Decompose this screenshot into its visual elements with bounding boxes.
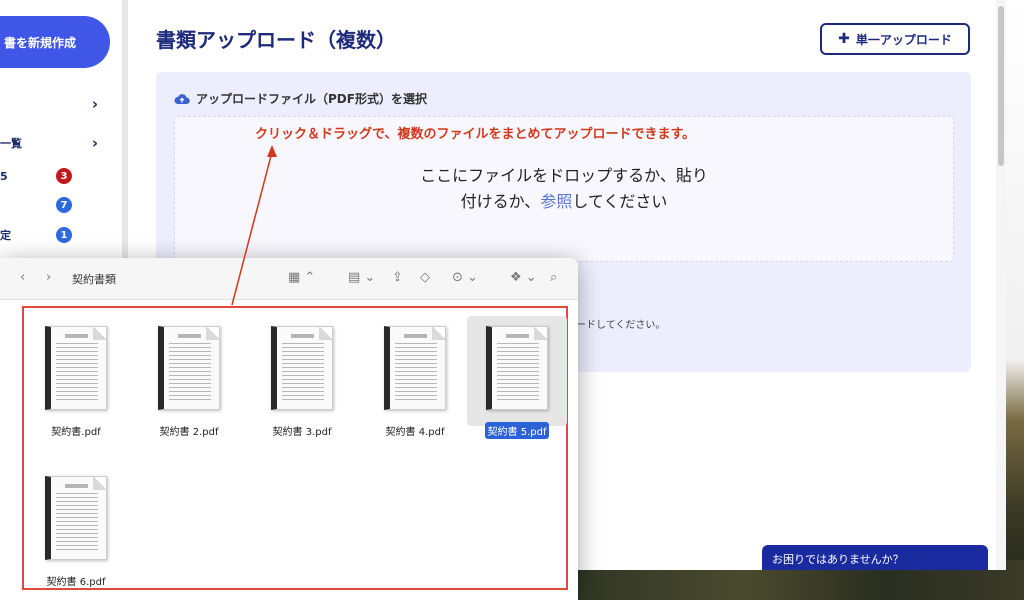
count-badge: 3 — [56, 168, 72, 184]
pdf-document-icon — [271, 326, 333, 410]
chevron-right-icon: › — [91, 95, 98, 113]
single-upload-button[interactable]: ✚ 単一アップロード — [820, 23, 970, 55]
file-name: 契約書 2.pdf — [159, 427, 219, 438]
dropbox-icon[interactable]: ❖ ⌄ — [510, 270, 537, 285]
panel-label-text: アップロードファイル（PDF形式）を選択 — [196, 92, 427, 106]
single-upload-label: 単一アップロード — [855, 32, 952, 47]
chevron-right-icon: › — [91, 134, 98, 152]
help-chat-label: お困りではありませんか？ — [772, 553, 904, 566]
new-document-button[interactable]: 書を新規作成 — [0, 16, 110, 68]
page-title: 書類アップロード（複数） — [156, 28, 396, 52]
file-item[interactable]: 契約書 3.pdf — [252, 324, 352, 454]
files-selection-area: 契約書.pdf 契約書 2.pdf 契約書 3.pdf 契約書 4.pdf 契約… — [22, 306, 568, 590]
sidebar-item-4[interactable]: 定 1 — [0, 225, 108, 245]
forward-icon[interactable]: › — [46, 270, 51, 285]
file-item[interactable]: 契約書 4.pdf — [365, 324, 465, 454]
cloud-upload-icon — [174, 93, 190, 104]
new-document-label: 書を新規作成 — [3, 35, 76, 50]
scrollbar-thumb[interactable] — [998, 6, 1004, 166]
pdf-document-icon — [45, 326, 107, 410]
file-item-selected[interactable]: 契約書 5.pdf — [467, 316, 567, 454]
dropzone-line-1: ここにファイルをドロップするか、貼り — [420, 166, 708, 185]
browse-link[interactable]: 参照 — [540, 192, 572, 211]
sidebar-item-label: 定 — [0, 229, 11, 242]
file-name: 契約書 4.pdf — [385, 427, 445, 438]
dropzone-line-2: 付けるか、参照してください — [175, 189, 953, 215]
sidebar-item-3[interactable]: 7 — [0, 195, 108, 215]
more-actions-icon[interactable]: ⊙ ⌄ — [452, 270, 478, 285]
file-item[interactable]: 契約書.pdf — [26, 324, 126, 454]
search-icon[interactable]: ⌕ — [550, 270, 557, 285]
dropzone-line-2-prefix: 付けるか、 — [460, 192, 541, 211]
sidebar-item-label: 一覧 — [0, 137, 22, 150]
file-dropzone[interactable]: クリック＆ドラッグで、複数のファイルをまとめてアップロードできます。 ここにファ… — [174, 116, 954, 262]
file-item[interactable]: 契約書 2.pdf — [139, 324, 239, 454]
sidebar-item-2[interactable]: 5 3 — [0, 166, 108, 186]
group-icon[interactable]: ▤ ⌄ — [348, 270, 375, 285]
back-icon[interactable]: ‹ — [20, 270, 25, 285]
help-chat-tab[interactable]: お困りではありませんか？ — [762, 545, 988, 570]
share-icon[interactable]: ⇪ — [392, 270, 403, 285]
folder-title: 契約書類 — [72, 273, 116, 286]
file-name: 契約書.pdf — [51, 427, 101, 438]
sidebar-item-0[interactable]: › — [0, 94, 108, 114]
pdf-document-icon — [158, 326, 220, 410]
file-name: 契約書 6.pdf — [46, 577, 106, 588]
plus-icon: ✚ — [838, 31, 850, 47]
page-scrollbar[interactable] — [996, 0, 1006, 570]
drag-hint-annotation: クリック＆ドラッグで、複数のファイルをまとめてアップロードできます。 — [255, 127, 696, 142]
dropzone-line-2-suffix: してください — [572, 192, 668, 211]
pdf-document-icon — [45, 476, 107, 560]
upload-note: ロードしてください。 — [566, 320, 666, 331]
view-grid-icon[interactable]: ▦ ⌃ — [288, 270, 315, 285]
file-name: 契約書 3.pdf — [272, 427, 332, 438]
finder-window: ‹ › 契約書類 ▦ ⌃ ▤ ⌄ ⇪ ◇ ⊙ ⌄ ❖ ⌄ ⌕ 契約書.pdf 契… — [0, 258, 578, 600]
dropzone-text: ここにファイルをドロップするか、貼り 付けるか、参照してください — [175, 163, 953, 215]
tag-icon[interactable]: ◇ — [420, 270, 430, 285]
file-item[interactable]: 契約書 6.pdf — [26, 474, 126, 600]
sidebar-item-list[interactable]: 一覧 › — [0, 133, 108, 153]
pdf-document-icon — [486, 326, 548, 410]
count-badge: 7 — [56, 197, 72, 213]
upload-panel-label: アップロードファイル（PDF形式）を選択 — [174, 90, 427, 107]
count-badge: 1 — [56, 227, 72, 243]
sidebar-item-label: 5 — [0, 169, 8, 183]
file-name: 契約書 5.pdf — [484, 422, 550, 439]
finder-toolbar: ‹ › 契約書類 ▦ ⌃ ▤ ⌄ ⇪ ◇ ⊙ ⌄ ❖ ⌄ ⌕ — [0, 258, 578, 300]
pdf-document-icon — [384, 326, 446, 410]
